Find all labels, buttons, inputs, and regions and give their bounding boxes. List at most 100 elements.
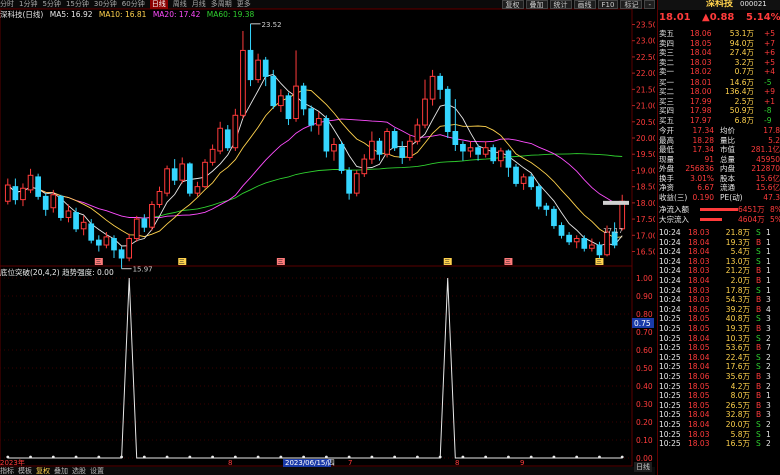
candle-body bbox=[422, 98, 428, 126]
value-marker-label: 0.75 bbox=[634, 319, 651, 328]
ask-row: 卖五 18.06 53.1万 +5 bbox=[658, 29, 780, 38]
tool-button[interactable]: F10 bbox=[597, 0, 619, 9]
ind-tick-label: 1.00 bbox=[636, 274, 653, 283]
tick-count: 2 bbox=[766, 352, 771, 362]
quote-header: 深科技 000021 bbox=[658, 0, 780, 10]
indicator-dot bbox=[188, 455, 192, 459]
bottom-tab[interactable]: 复权 bbox=[36, 467, 50, 475]
event-marker-label: 三 bbox=[505, 259, 511, 266]
tool-button[interactable]: 统计 bbox=[549, 0, 572, 9]
tick-price: 18.04 bbox=[688, 362, 710, 372]
tick-price: 18.05 bbox=[688, 324, 710, 333]
ma10-label: MA10: 16.81 bbox=[98, 10, 147, 19]
candle-body bbox=[285, 95, 292, 120]
ask-volume: 0.7万 bbox=[734, 67, 754, 76]
tick-side: S bbox=[756, 439, 761, 449]
bid-price: 17.98 bbox=[690, 106, 712, 115]
tick-price: 18.04 bbox=[688, 352, 710, 362]
stat-key: 量比 bbox=[720, 135, 735, 145]
stat-key: 内盘 bbox=[720, 164, 735, 173]
period-toolbar: 分时 1分钟 5分钟 15分钟 30分钟 60分钟 日线 周线 月线 多周期 更多 复权 叠加 统计 画线… bbox=[0, 0, 655, 9]
indicator-dot bbox=[529, 455, 533, 459]
period-tab[interactable]: 月线 bbox=[192, 0, 206, 9]
ask-diff: +6 bbox=[764, 48, 776, 57]
candle-body bbox=[118, 249, 125, 259]
period-tab[interactable]: 日线 bbox=[149, 0, 168, 9]
stat-value: 45950 bbox=[756, 154, 780, 164]
tick-price: 18.04 bbox=[688, 410, 710, 420]
candle-body bbox=[331, 143, 337, 152]
tick-row: 10:25 18.06 35.6万 B 3 bbox=[658, 372, 780, 381]
tick-row: 10:25 18.03 5.8万 S 1 bbox=[658, 430, 780, 439]
date-label: 2023/06/15/四 bbox=[285, 459, 335, 467]
tick-row: 10:25 18.05 8.0万 B 1 bbox=[658, 391, 780, 400]
candle-body bbox=[126, 238, 133, 259]
tool-button[interactable]: 标记 bbox=[620, 0, 643, 9]
high-label: 23.52 bbox=[262, 21, 282, 29]
period-tabs: 分时 1分钟 5分钟 15分钟 30分钟 60分钟 日线 周线 月线 多周期 更多 bbox=[0, 0, 251, 9]
tool-button[interactable]: 复权 bbox=[501, 0, 524, 9]
bottom-tab[interactable]: 叠加 bbox=[54, 467, 68, 475]
candle-body bbox=[95, 239, 102, 246]
period-tab[interactable]: 30分钟 bbox=[94, 0, 117, 9]
tool-button[interactable]: 叠加 bbox=[525, 0, 548, 9]
candle-body bbox=[315, 118, 322, 126]
tick-row: 10:24 18.05 39.2万 B 4 bbox=[658, 305, 780, 314]
tick-time: 10:24 bbox=[659, 266, 681, 276]
tool-button[interactable]: 画线 bbox=[573, 0, 596, 9]
stat-value: 212870 bbox=[751, 164, 780, 173]
stat-key: 外盘 bbox=[659, 164, 674, 173]
date-label: 2023年 bbox=[0, 458, 25, 467]
flow-row: 净流入额 6451万 8% bbox=[658, 205, 780, 214]
candle-body bbox=[224, 129, 231, 149]
tick-time: 10:25 bbox=[659, 420, 681, 429]
candle-body bbox=[437, 75, 444, 90]
period-tab[interactable]: 更多 bbox=[237, 0, 251, 9]
indicator-dot bbox=[279, 455, 283, 459]
candle-body bbox=[111, 238, 117, 251]
event-marker-label: 三 bbox=[277, 259, 283, 266]
candle-body bbox=[452, 131, 459, 145]
tick-row: 10:25 18.04 10.3万 S 2 bbox=[658, 334, 780, 343]
bid-volume: 6.8万 bbox=[734, 115, 754, 125]
stat-value: 15.6亿 bbox=[755, 173, 780, 183]
tick-volume: 39.2万 bbox=[725, 304, 750, 314]
ask-label: 卖一 bbox=[659, 67, 674, 76]
tick-count: 2 bbox=[766, 333, 771, 343]
tool-button[interactable]: - bbox=[644, 0, 655, 9]
flow-bar bbox=[700, 208, 738, 211]
candle-body bbox=[42, 195, 49, 210]
tick-price: 18.03 bbox=[688, 429, 710, 439]
bottom-tab[interactable]: 指标 bbox=[0, 467, 14, 475]
bid-row: 买二 18.00 136.4万 +9 bbox=[658, 87, 780, 96]
period-tab[interactable]: 15分钟 bbox=[66, 0, 89, 9]
period-tab[interactable]: 60分钟 bbox=[122, 0, 145, 9]
ask-diff: +7 bbox=[764, 38, 776, 48]
candle-body bbox=[194, 186, 201, 194]
stat-value: 47.3 bbox=[763, 192, 780, 202]
period-tab[interactable]: 多周期 bbox=[211, 0, 232, 9]
bottom-tab[interactable]: 选股 bbox=[72, 467, 86, 475]
tick-price: 18.05 bbox=[688, 304, 710, 314]
tick-row: 10:25 18.05 53.6万 B 7 bbox=[658, 343, 780, 352]
candle-body bbox=[505, 150, 512, 168]
bottom-tab[interactable]: 模板 bbox=[18, 467, 32, 475]
ask-label: 卖五 bbox=[659, 29, 674, 38]
quote-panel: 深科技 000021 18.01 ▲0.88 5.14% 卖五 18.06 53.1万 +5 卖四… bbox=[657, 0, 780, 475]
tick-volume: 2.0万 bbox=[730, 276, 750, 285]
tick-time: 10:25 bbox=[659, 372, 681, 381]
kline-chart[interactable]: 23.50 23.00 22.50 22.00 21.50 21.00 20.50 20.00… bbox=[0, 0, 655, 475]
candle-body bbox=[186, 163, 193, 194]
period-tab[interactable]: 1分钟 bbox=[19, 0, 37, 9]
indicator-name[interactable]: 底位突破(20,4,2) bbox=[0, 268, 60, 277]
bottom-period-label[interactable]: 日线 bbox=[634, 462, 652, 472]
period-tab[interactable]: 周线 bbox=[173, 0, 187, 9]
indicator-dot bbox=[256, 455, 260, 459]
stat-row: 外盘 256836 内盘 212870 bbox=[658, 164, 780, 173]
bid-row: 买一 18.01 14.6万 -5 bbox=[658, 78, 780, 87]
period-tab[interactable]: 分时 bbox=[0, 0, 14, 9]
period-tab[interactable]: 5分钟 bbox=[42, 0, 60, 9]
candle-body bbox=[4, 184, 11, 202]
bottom-tab[interactable]: 设置 bbox=[90, 467, 104, 475]
candle-body bbox=[12, 186, 19, 201]
